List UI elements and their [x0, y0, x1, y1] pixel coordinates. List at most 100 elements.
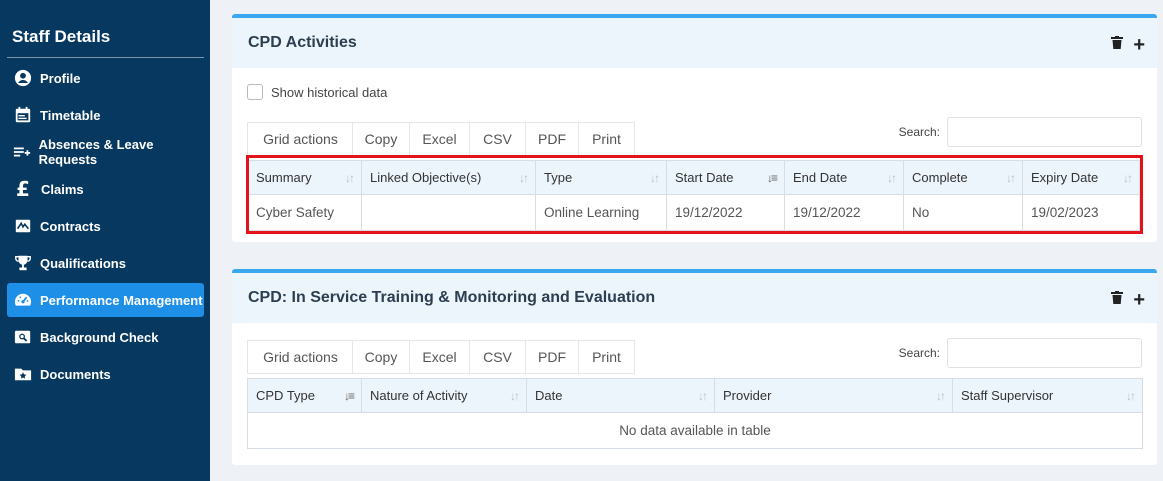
sidebar-item-claims[interactable]: £ Claims: [7, 172, 204, 206]
sidebar-item-background-check[interactable]: Background Check: [7, 320, 204, 354]
column-header-staff-supervisor[interactable]: Staff Supervisor ↓↑: [952, 378, 1143, 413]
sort-icon: ↓↑: [1126, 389, 1136, 403]
search-box: Search:: [899, 338, 1142, 368]
sort-asc-icon: ↓≡: [343, 389, 355, 403]
sort-icon: ↓↑: [519, 171, 529, 185]
sort-icon: ↓↑: [936, 389, 946, 403]
sidebar-item-contracts[interactable]: Contracts: [7, 209, 204, 243]
panel-actions: +: [1111, 35, 1145, 55]
add-icon[interactable]: +: [1133, 290, 1145, 310]
table-header-row: CPD Type ↓≡ Nature of Activity ↓↑ Date ↓↑ P…: [247, 378, 1143, 413]
list-plus-icon: [12, 143, 33, 161]
table-header-row: Summary ↓↑ Linked Objective(s) ↓↑ Type ↓↑ S…: [247, 160, 1140, 195]
panel-title: CPD: In Service Training & Monitoring an…: [248, 289, 656, 306]
column-header-expiry-date[interactable]: Expiry Date ↓↑: [1022, 160, 1140, 195]
trash-icon[interactable]: [1111, 291, 1124, 309]
copy-button[interactable]: Copy: [352, 122, 410, 156]
sidebar-item-label: Qualifications: [40, 255, 126, 271]
panel-actions: +: [1111, 290, 1145, 310]
historical-checkbox[interactable]: [247, 84, 263, 100]
sidebar-item-absences[interactable]: Absences & Leave Requests: [7, 135, 204, 169]
csv-button[interactable]: CSV: [469, 340, 526, 374]
empty-message: No data available in table: [247, 412, 1143, 449]
cell-end-date: 19/12/2022: [784, 194, 904, 231]
sidebar-item-performance-management[interactable]: Performance Management: [7, 283, 204, 317]
sidebar-item-label: Contracts: [40, 218, 101, 234]
historical-label: Show historical data: [271, 84, 388, 100]
sidebar-item-label: Timetable: [40, 107, 101, 123]
sort-icon: ↓↑: [510, 389, 520, 403]
pound-icon: £: [16, 177, 30, 201]
pdf-button[interactable]: PDF: [525, 340, 579, 374]
csv-button[interactable]: CSV: [469, 122, 526, 156]
in-service-training-panel: CPD: In Service Training & Monitoring an…: [232, 269, 1157, 465]
signature-icon: [12, 217, 34, 235]
calendar-icon: [12, 106, 34, 124]
cell-start-date: 19/12/2022: [666, 194, 785, 231]
sort-desc-icon: ↓≡: [766, 171, 778, 185]
column-header-end-date[interactable]: End Date ↓↑: [784, 160, 904, 195]
trophy-icon: [12, 254, 34, 272]
add-icon[interactable]: +: [1133, 35, 1145, 55]
cell-summary: Cyber Safety: [247, 194, 362, 231]
search-input[interactable]: [947, 117, 1142, 147]
table-row[interactable]: Cyber Safety Online Learning 19/12/2022 …: [247, 194, 1140, 231]
excel-button[interactable]: Excel: [409, 340, 470, 374]
grid-actions-label: Grid actions: [247, 340, 353, 374]
print-button[interactable]: Print: [578, 340, 635, 374]
column-header-complete[interactable]: Complete ↓↑: [903, 160, 1023, 195]
sort-icon: ↓↑: [650, 171, 660, 185]
gauge-icon: [12, 291, 34, 309]
panel-header: CPD Activities +: [232, 18, 1157, 68]
show-historical-toggle[interactable]: Show historical data: [247, 84, 387, 100]
sort-icon: ↓↑: [345, 171, 355, 185]
panel-title: CPD Activities: [248, 34, 357, 51]
sidebar-divider: [7, 57, 204, 58]
column-header-summary[interactable]: Summary ↓↑: [247, 160, 362, 195]
sidebar-item-label: Background Check: [40, 329, 159, 345]
cell-expiry-date: 19/02/2023: [1022, 194, 1140, 231]
column-header-provider[interactable]: Provider ↓↑: [714, 378, 953, 413]
grid-actions-bar: Grid actions Copy Excel CSV PDF Print: [247, 340, 635, 374]
excel-button[interactable]: Excel: [409, 122, 470, 156]
sidebar: Staff Details Profile Timetable Absences…: [0, 0, 210, 481]
sidebar-item-label: Performance Management: [40, 292, 203, 308]
copy-button[interactable]: Copy: [352, 340, 410, 374]
sort-icon: ↓↑: [1006, 171, 1016, 185]
sort-icon: ↓↑: [698, 389, 708, 403]
user-circle-icon: [12, 69, 34, 87]
sidebar-item-label: Documents: [40, 366, 111, 382]
column-header-cpd-type[interactable]: CPD Type ↓≡: [247, 378, 362, 413]
sidebar-item-documents[interactable]: Documents: [7, 357, 204, 391]
search-input[interactable]: [947, 338, 1142, 368]
cell-complete: No: [903, 194, 1023, 231]
column-header-start-date[interactable]: Start Date ↓≡: [666, 160, 785, 195]
in-service-table: CPD Type ↓≡ Nature of Activity ↓↑ Date ↓↑ P…: [247, 378, 1143, 449]
sidebar-item-profile[interactable]: Profile: [7, 61, 204, 95]
sidebar-item-label: Absences & Leave Requests: [38, 137, 154, 167]
sort-icon: ↓↑: [887, 171, 897, 185]
panel-header: CPD: In Service Training & Monitoring an…: [232, 273, 1157, 323]
table-row: No data available in table: [247, 412, 1143, 449]
column-header-type[interactable]: Type ↓↑: [535, 160, 667, 195]
cpd-activities-panel: CPD Activities + Show historical data Gr…: [232, 14, 1157, 242]
print-button[interactable]: Print: [578, 122, 635, 156]
sidebar-item-timetable[interactable]: Timetable: [7, 98, 204, 132]
column-header-date[interactable]: Date ↓↑: [526, 378, 715, 413]
cpd-activities-table: Summary ↓↑ Linked Objective(s) ↓↑ Type ↓↑ S…: [247, 160, 1140, 231]
pdf-button[interactable]: PDF: [525, 122, 579, 156]
column-header-linked-objectives[interactable]: Linked Objective(s) ↓↑: [361, 160, 536, 195]
cell-type: Online Learning: [535, 194, 667, 231]
column-header-nature-of-activity[interactable]: Nature of Activity ↓↑: [361, 378, 527, 413]
search-label: Search:: [898, 125, 940, 139]
grid-actions-bar: Grid actions Copy Excel CSV PDF Print: [247, 122, 635, 156]
search-label: Search:: [898, 346, 940, 360]
sidebar-item-label: Profile: [40, 70, 81, 86]
trash-icon[interactable]: [1111, 36, 1124, 54]
grid-actions-label: Grid actions: [247, 122, 353, 156]
search-id-icon: [12, 328, 34, 346]
sort-icon: ↓↑: [1123, 171, 1133, 185]
sidebar-nav: Profile Timetable Absences & Leave Reque…: [7, 61, 204, 394]
sidebar-item-qualifications[interactable]: Qualifications: [7, 246, 204, 280]
sidebar-title: Staff Details: [12, 27, 111, 46]
